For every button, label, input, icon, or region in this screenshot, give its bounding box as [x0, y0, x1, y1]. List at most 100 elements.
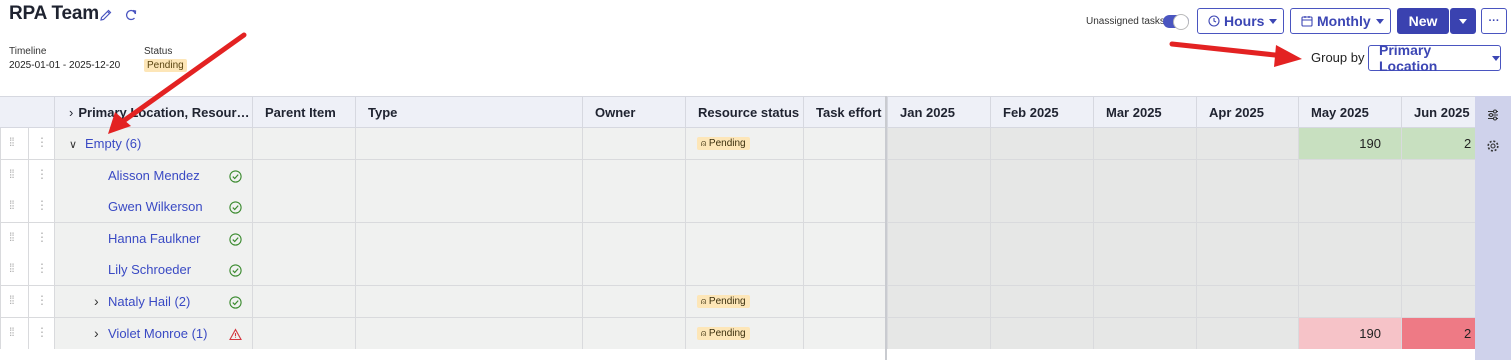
row-menu-icon[interactable]: ⋮ — [36, 198, 48, 212]
table-cell — [582, 128, 685, 160]
timeline-cell — [1093, 286, 1196, 318]
table-row[interactable]: 190 2 ⁞⁞ ⋮ › Violet Monroe (1) ⍝ Pending — [0, 317, 1475, 350]
table-row[interactable]: ⁞⁞ ⋮ Lily Schroeder — [0, 254, 1475, 287]
resource-name-link[interactable]: Nataly Hail (2) — [108, 294, 190, 309]
drag-handle-icon[interactable]: ⁞⁞ — [9, 261, 15, 275]
check-circle-icon — [229, 169, 242, 183]
row-menu-icon[interactable]: ⋮ — [36, 325, 48, 339]
more-options-button[interactable]: ··· — [1481, 8, 1507, 34]
table-cell — [0, 191, 28, 224]
chevron-right-icon[interactable]: › — [94, 325, 99, 341]
table-cell — [355, 286, 582, 318]
hours-label: Hours — [1224, 13, 1265, 29]
chevron-right-icon[interactable]: › — [94, 293, 99, 309]
chevron-right-icon[interactable]: › — [69, 105, 73, 120]
resource-status-text: Pending — [708, 327, 746, 339]
resource-name-link[interactable]: Lily Schroeder — [108, 262, 191, 277]
gear-icon[interactable] — [1486, 139, 1500, 153]
monthly-dropdown[interactable]: Monthly — [1290, 8, 1391, 34]
row-menu-icon[interactable]: ⋮ — [36, 135, 48, 149]
timeline-cell — [1093, 191, 1196, 224]
table-cell — [0, 317, 28, 350]
hours-dropdown[interactable]: Hours — [1197, 8, 1284, 34]
timeline-value: 2025-01-01 - 2025-12-20 — [9, 60, 121, 71]
table-cell — [803, 159, 886, 192]
table-cell — [355, 317, 582, 350]
new-button[interactable]: New — [1397, 8, 1449, 34]
resource-name-link[interactable]: Hanna Faulkner — [108, 231, 201, 246]
month-header: Feb 2025 — [990, 97, 1093, 128]
table-cell — [803, 286, 886, 318]
resource-status-badge: ⍝ Pending — [697, 326, 750, 340]
unassigned-tasks-toggle[interactable] — [1163, 14, 1189, 30]
timeline-cell — [887, 222, 990, 255]
row-menu-icon[interactable]: ⋮ — [36, 230, 48, 244]
month-header: Jan 2025 — [887, 97, 990, 128]
drag-handle-icon[interactable]: ⁞⁞ — [9, 135, 15, 149]
table-row[interactable]: ⁞⁞ ⋮ › Nataly Hail (2) ⍝ Pending — [0, 286, 1475, 318]
timeline-cell — [887, 317, 990, 350]
column-header-parent[interactable]: Parent Item — [252, 97, 355, 128]
group-label[interactable]: Empty (6) — [85, 136, 141, 151]
new-label: New — [1408, 13, 1438, 29]
drag-handle-icon[interactable]: ⁞⁞ — [9, 198, 15, 212]
resource-name-link[interactable]: Violet Monroe (1) — [108, 326, 207, 341]
effort-value: 190 — [1359, 325, 1381, 341]
chevron-down-icon[interactable]: ∨ — [69, 138, 77, 151]
table-cell — [685, 222, 803, 255]
drag-handle-icon[interactable]: ⁞⁞ — [9, 230, 15, 244]
table-row[interactable]: ⁞⁞ ⋮ Gwen Wilkerson — [0, 191, 1475, 224]
resource-status-badge: ⍝ Pending — [697, 295, 750, 308]
resource-name-link[interactable]: Gwen Wilkerson — [108, 199, 203, 214]
table-cell — [355, 254, 582, 287]
timeline-cell — [1196, 317, 1298, 350]
timeline-cell — [990, 317, 1093, 350]
resource-status-text: Pending — [708, 296, 746, 307]
column-header-type[interactable]: Type — [355, 97, 582, 128]
column-header-primary[interactable]: › Primary Location, Resour… — [54, 97, 252, 128]
table-cell — [0, 222, 28, 255]
timeline-cell — [1298, 254, 1401, 287]
row-menu-icon[interactable]: ⋮ — [36, 261, 48, 275]
table-row[interactable]: ⁞⁞ ⋮ Hanna Faulkner — [0, 222, 1475, 255]
drag-handle-icon[interactable]: ⁞⁞ — [9, 325, 15, 339]
row-menu-icon[interactable]: ⋮ — [36, 167, 48, 181]
edit-pencil-icon[interactable] — [99, 8, 113, 22]
table-cell — [582, 191, 685, 224]
table-cell — [252, 159, 355, 192]
timeline-cell — [1196, 159, 1298, 192]
caret-down-icon — [1375, 18, 1384, 24]
timeline-cell — [887, 286, 990, 318]
timeline-cell — [887, 191, 990, 224]
group-row[interactable]: 190 2 ⁞⁞ ⋮ ∨ Empty (6) ⍝ Pending — [0, 128, 1475, 160]
more-icon: ··· — [1488, 15, 1500, 27]
column-header-owner[interactable]: Owner — [582, 97, 685, 128]
refresh-icon[interactable] — [124, 8, 138, 22]
new-dropdown-button[interactable] — [1450, 8, 1476, 34]
table-cell — [803, 191, 886, 224]
table-cell — [252, 128, 355, 160]
timeline-cell — [1401, 222, 1475, 255]
column-header-task-effort[interactable]: Task effort — [803, 97, 886, 128]
table-row[interactable]: ⁞⁞ ⋮ Alisson Mendez — [0, 159, 1475, 192]
row-menu-icon[interactable]: ⋮ — [36, 293, 48, 307]
drag-handle-icon[interactable]: ⁞⁞ — [9, 293, 15, 307]
column-header-resource-status[interactable]: Resource status — [685, 97, 803, 128]
sliders-icon[interactable] — [1486, 108, 1500, 122]
status-badge: Pending — [144, 59, 187, 72]
table-cell — [582, 317, 685, 350]
timeline-cell — [1093, 128, 1196, 160]
timeline-cell — [887, 128, 990, 160]
effort-value: 190 — [1359, 136, 1381, 151]
timeline-cell — [990, 254, 1093, 287]
groupby-dropdown[interactable]: Primary Location — [1368, 42, 1501, 74]
check-circle-icon — [229, 233, 242, 246]
gantt-divider[interactable] — [885, 96, 887, 360]
timeline-cell: 190 — [1298, 128, 1401, 160]
table-cell — [803, 128, 886, 160]
check-circle-icon — [229, 201, 242, 214]
drag-handle-icon[interactable]: ⁞⁞ — [9, 167, 15, 181]
timeline-cell — [990, 286, 1093, 318]
resource-name-link[interactable]: Alisson Mendez — [108, 168, 200, 183]
timeline-cell — [1093, 222, 1196, 255]
